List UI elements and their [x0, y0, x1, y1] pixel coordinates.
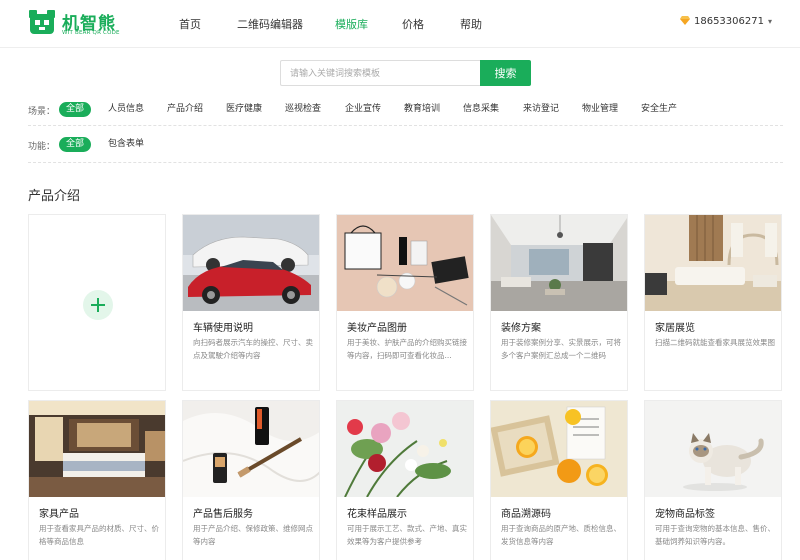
oranges-thumbnail — [491, 401, 627, 497]
filter-divider — [28, 125, 783, 126]
template-title: 商品溯源码 — [501, 509, 551, 520]
template-card[interactable]: 装修方案 用于装修案例分享、实景展示，可将多个客户案例汇总成一个二维码 — [490, 214, 628, 391]
template-description: 扫描二维码就能查看家具展览效果图 — [655, 338, 775, 347]
scene-chip-product[interactable]: 产品介绍 — [167, 102, 203, 117]
scene-chip-inspection[interactable]: 巡视检查 — [285, 102, 321, 117]
search-input[interactable] — [280, 60, 481, 86]
vip-diamond-icon — [679, 16, 690, 25]
function-filter: 功能： 全部 包含表单 — [28, 135, 783, 155]
template-card[interactable]: 花束样品展示 可用于展示工艺、款式、产地、真实效果等为客户提供参考 — [336, 400, 474, 560]
function-chip-form[interactable]: 包含表单 — [108, 137, 144, 152]
nav-pricing[interactable]: 价格 — [402, 16, 424, 32]
section-title: 产品介绍 — [28, 189, 81, 204]
template-card[interactable]: 家居展览 扫描二维码就能查看家具展览效果图 — [644, 214, 782, 391]
template-card[interactable]: 产品售后服务 用于产品介绍、保修政策、维修网点等内容 — [182, 400, 320, 560]
scene-chip-visitor[interactable]: 来访登记 — [523, 102, 559, 117]
scene-chip-education[interactable]: 教育培训 — [404, 102, 440, 117]
scene-chip-all[interactable]: 全部 — [59, 102, 92, 117]
makeup-brush-thumbnail — [183, 401, 319, 497]
cat-thumbnail — [645, 401, 781, 497]
template-title: 美妆产品图册 — [347, 323, 407, 334]
top-header: 机智熊 WIT BEAR QR CODE 首页 二维码编辑器 模版库 价格 帮助… — [0, 0, 800, 48]
user-menu[interactable]: 18653306271 ▾ — [679, 16, 772, 27]
template-description: 可用于展示工艺、款式、产地、真实效果等为客户提供参考 — [347, 524, 467, 546]
car-thumbnail — [183, 215, 319, 311]
template-title: 家居展览 — [655, 323, 695, 334]
chevron-down-icon: ▾ — [767, 17, 772, 26]
interior-thumbnail — [491, 215, 627, 311]
nav-templates[interactable]: 模版库 — [335, 16, 368, 32]
template-description: 用于产品介绍、保修政策、维修网点等内容 — [193, 524, 313, 546]
template-description: 用于查询商品的原产地、质检信息、发货信息等内容 — [501, 524, 621, 546]
nav-help[interactable]: 帮助 — [460, 16, 482, 32]
scene-chip-property[interactable]: 物业管理 — [582, 102, 618, 117]
furniture-room-thumbnail — [645, 215, 781, 311]
logo[interactable]: 机智熊 WIT BEAR QR CODE — [27, 8, 127, 40]
template-title: 装修方案 — [501, 323, 541, 334]
template-description: 用于美妆、护肤产品的介绍购买链接等内容，扫码即可查看化妆品... — [347, 338, 467, 360]
template-title: 宠物商品标签 — [655, 509, 715, 520]
template-title: 花束样品展示 — [347, 509, 407, 520]
user-phone: 18653306271 — [693, 16, 764, 27]
search-button[interactable]: 搜索 — [480, 60, 531, 86]
template-title: 产品售后服务 — [193, 509, 253, 520]
template-description: 可用于查询宠物的基本信息、售价、基础饲养知识等内容。 — [655, 524, 775, 546]
function-filter-label: 功能： — [28, 142, 56, 152]
template-search: 搜索 — [280, 60, 531, 86]
function-chip-all[interactable]: 全部 — [59, 137, 92, 152]
logo-subtitle: WIT BEAR QR CODE — [62, 30, 120, 36]
template-card[interactable]: 美妆产品图册 用于美妆、护肤产品的介绍购买链接等内容，扫码即可查看化妆品... — [336, 214, 474, 391]
template-description: 用于装修案例分享、实景展示，可将多个客户案例汇总成一个二维码 — [501, 338, 621, 360]
plus-icon — [83, 290, 113, 320]
template-card[interactable]: 家具产品 用于查看家具产品的材质、尺寸、价格等商品信息 — [28, 400, 166, 560]
template-title: 家具产品 — [39, 509, 79, 520]
bedroom-thumbnail — [29, 401, 165, 497]
template-title: 车辆使用说明 — [193, 323, 253, 334]
nav-qr-editor[interactable]: 二维码编辑器 — [237, 16, 303, 32]
bear-logo-icon — [29, 10, 55, 34]
template-description: 向扫码者展示汽车的操控、尺寸、卖点及駕駛介绍等内容 — [193, 338, 313, 360]
scene-chip-company[interactable]: 企业宣传 — [345, 102, 381, 117]
cosmetics-thumbnail — [337, 215, 473, 311]
filter-divider — [28, 162, 783, 163]
template-card[interactable]: 宠物商品标签 可用于查询宠物的基本信息、售价、基础饲养知识等内容。 — [644, 400, 782, 560]
template-card[interactable]: 车辆使用说明 向扫码者展示汽车的操控、尺寸、卖点及駕駛介绍等内容 — [182, 214, 320, 391]
template-card[interactable]: 商品溯源码 用于查询商品的原产地、质检信息、发货信息等内容 — [490, 400, 628, 560]
scene-filter-label: 场景： — [28, 107, 56, 117]
scene-chip-personnel[interactable]: 人员信息 — [108, 102, 144, 117]
scene-chip-medical[interactable]: 医疗健康 — [226, 102, 262, 117]
scene-chip-safety[interactable]: 安全生产 — [641, 102, 677, 117]
flowers-thumbnail — [337, 401, 473, 497]
scene-chip-collection[interactable]: 信息采集 — [463, 102, 499, 117]
scene-filter: 场景： 全部 人员信息 产品介绍 医疗健康 巡视检查 企业宣传 教育培训 信息采… — [28, 100, 783, 120]
create-template-card[interactable] — [28, 214, 166, 391]
template-description: 用于查看家具产品的材质、尺寸、价格等商品信息 — [39, 524, 159, 546]
nav-home[interactable]: 首页 — [179, 16, 201, 32]
